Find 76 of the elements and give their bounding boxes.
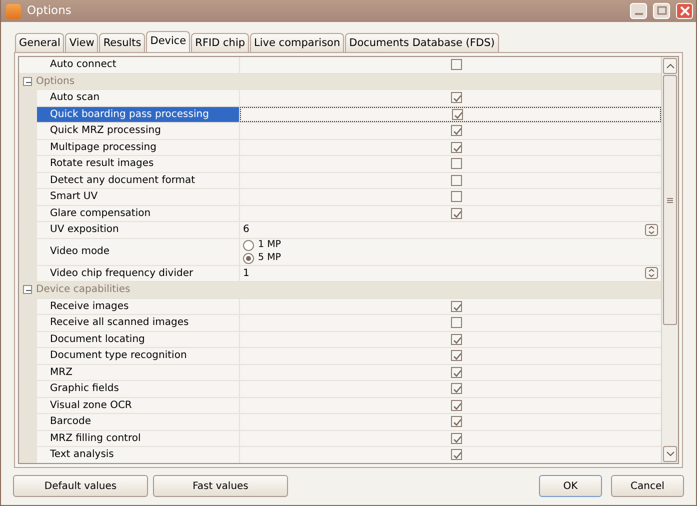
checkbox[interactable] [451,400,462,411]
group-label: Options [36,74,75,89]
minimize-button[interactable] [630,3,647,19]
radio-button[interactable] [243,252,254,264]
tab[interactable]: Live comparison [250,33,344,52]
checkbox[interactable] [451,416,462,428]
checkbox[interactable] [451,334,462,345]
tab[interactable]: Documents Database (FDS) [345,33,499,52]
checkbox[interactable] [451,174,462,186]
tab[interactable]: General [15,33,64,52]
close-button[interactable] [676,3,693,19]
checkbox[interactable] [451,350,462,362]
property-label: Glare compensation [37,206,240,221]
minimize-icon [634,13,642,15]
checkbox[interactable] [451,366,462,378]
property-label: Barcode [37,414,240,430]
property-label: Multipage processing [37,140,240,155]
checkbox[interactable] [451,92,462,104]
number-value: 1 [243,266,250,281]
grip-icon [667,198,673,202]
collapse-icon[interactable] [23,76,32,86]
checkbox[interactable] [451,59,462,70]
radio-label: 1 MP [258,239,281,251]
tab[interactable]: Device [146,31,190,52]
property-label: Video chip frequency divider [37,266,240,281]
property-label: Graphic fields [37,381,240,396]
scroll-thumb[interactable] [663,75,677,325]
checkbox[interactable] [451,300,462,312]
property-label: Auto scan [37,90,240,106]
spin-icon[interactable] [645,224,658,236]
property-label: Quick boarding pass processing [37,106,240,122]
maximize-icon [656,5,668,17]
property-label: Smart UV [37,189,240,204]
dialog-button[interactable]: Default values [13,475,148,497]
checkbox[interactable] [451,449,462,460]
checkbox[interactable] [451,125,462,136]
checkbox[interactable] [451,191,462,202]
property-label: Document locating [37,332,240,347]
checkbox[interactable] [451,383,462,394]
tab[interactable]: RFID chip [191,33,250,52]
property-label: MRZ [37,364,240,380]
property-label: Quick MRZ processing [37,123,240,138]
maximize-button[interactable] [653,3,670,19]
number-value: 6 [243,223,250,238]
group-label: Device capabilities [36,283,130,298]
property-label: Document type recognition [37,348,240,364]
checkbox[interactable] [451,317,462,328]
dialog-button[interactable]: OK [539,475,602,497]
collapse-icon[interactable] [23,285,32,294]
close-icon [678,5,690,17]
property-label: Detect any document format [37,172,240,188]
property-label: Text analysis [37,447,240,462]
checkbox[interactable] [452,108,463,120]
property-label: Video mode [37,238,240,264]
window-title: Options [27,2,72,20]
property-label: Visual zone OCR [37,398,240,413]
scroll-up-button[interactable] [663,58,677,74]
spin-icon[interactable] [645,267,658,280]
dialog-button[interactable]: Fast values [153,475,288,497]
property-label: Receive images [37,298,240,314]
checkbox[interactable] [451,432,462,444]
radio-label: 5 MP [258,252,281,264]
property-label: Receive all scanned images [37,315,240,330]
dialog-button[interactable]: Cancel [611,475,684,497]
property-label: Rotate result images [37,156,240,172]
checkbox[interactable] [451,142,462,153]
app-icon [6,4,21,18]
property-label: Auto connect [19,57,240,72]
radio-button[interactable] [243,240,254,250]
property-label: UV exposition [37,222,240,238]
checkbox[interactable] [451,158,462,170]
checkbox[interactable] [451,208,462,219]
tab[interactable]: View [65,33,98,52]
tab[interactable]: Results [99,33,146,52]
property-label: MRZ filling control [37,430,240,446]
scroll-down-button[interactable] [663,446,677,462]
